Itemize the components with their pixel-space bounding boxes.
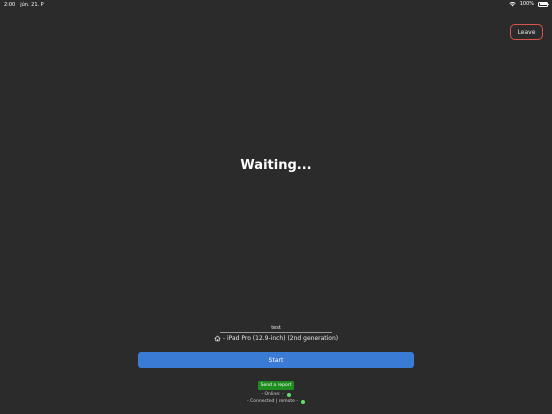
send-report-button[interactable]: Send a report (258, 381, 294, 390)
battery-icon (538, 1, 549, 7)
leave-button[interactable]: Leave (510, 24, 543, 40)
status-date: jún. 21. P (20, 2, 44, 8)
online-status: - Online: - (0, 392, 552, 397)
connected-label: - Connected | remote - (247, 399, 298, 404)
status-bar: 2:00 jún. 21. P 100% (0, 0, 552, 10)
online-label: - Online: - (261, 392, 284, 397)
start-button[interactable]: Start (138, 352, 414, 368)
status-left: 2:00 jún. 21. P (4, 2, 44, 8)
device-row: - iPad Pro (12.9-inch) (2nd generation) (0, 335, 552, 342)
online-indicator (286, 392, 291, 397)
name-field[interactable]: test (220, 324, 332, 333)
battery-percent: 100% (519, 1, 534, 7)
wifi-icon (509, 1, 516, 7)
device-name: - iPad Pro (12.9-inch) (2nd generation) (222, 335, 339, 342)
waiting-title: Waiting... (240, 158, 312, 173)
home-icon (214, 335, 221, 342)
connected-indicator (300, 399, 305, 404)
status-time: 2:00 (4, 2, 16, 8)
status-right: 100% (509, 1, 549, 7)
connection-status: - Connected | remote - (0, 399, 552, 404)
